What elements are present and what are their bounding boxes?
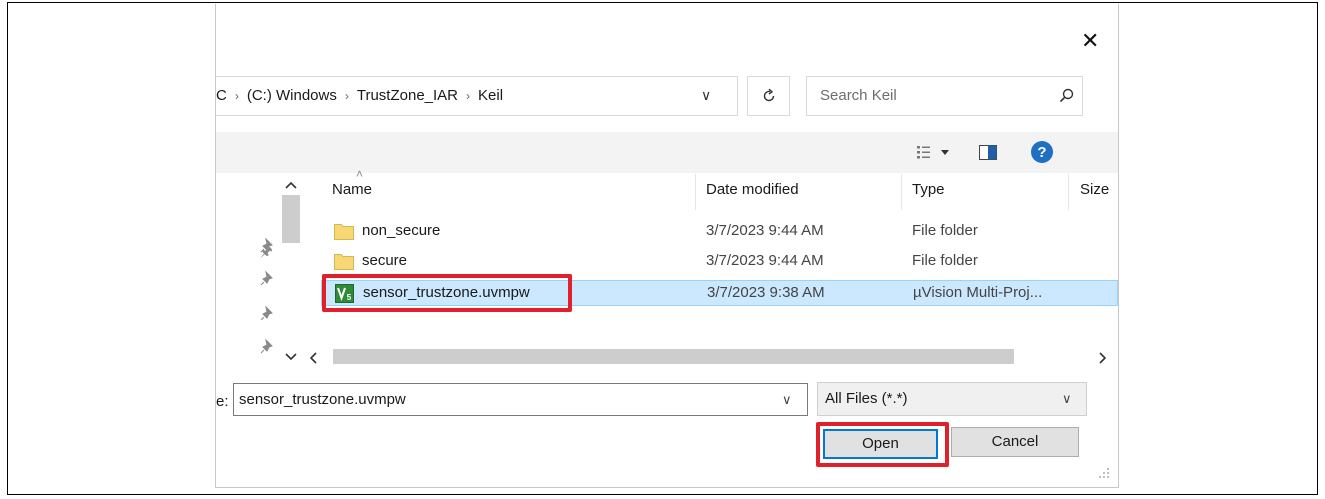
search-box[interactable]: Search Keil <box>806 76 1083 116</box>
column-header-size[interactable]: Size <box>1080 181 1109 198</box>
breadcrumb: C › (C:) Windows › TrustZone_IAR › Keil <box>216 87 503 104</box>
file-row[interactable]: secure 3/7/2023 9:44 AM File folder <box>321 250 1118 274</box>
pin-icon <box>260 270 273 286</box>
file-type-select[interactable]: All Files (*.*) ∨ <box>817 382 1087 416</box>
file-type-value: All Files (*.*) <box>825 390 908 407</box>
open-file-dialog: ✕ C › (C:) Windows › TrustZone_IAR › Keil ∨ Se… <box>215 4 1119 488</box>
highlight-box-file <box>322 274 572 312</box>
refresh-button[interactable] <box>747 76 790 116</box>
cancel-button[interactable]: Cancel <box>951 427 1079 457</box>
pin-icon <box>260 305 273 321</box>
column-header-type[interactable]: Type <box>912 181 945 198</box>
pin-icon <box>260 338 273 354</box>
scroll-down-arrow[interactable] <box>284 351 298 363</box>
scroll-left-arrow[interactable] <box>308 351 320 365</box>
horizontal-scrollbar-thumb[interactable] <box>333 349 1014 364</box>
column-divider[interactable] <box>1068 174 1069 210</box>
pin-icon <box>260 237 273 253</box>
breadcrumb-item-keil[interactable]: Keil <box>478 87 503 104</box>
highlight-box-open <box>816 422 949 467</box>
search-placeholder: Search Keil <box>820 87 897 104</box>
file-date: 3/7/2023 9:38 AM <box>707 284 825 301</box>
breadcrumb-separator: › <box>344 89 349 103</box>
file-name: non_secure <box>362 222 441 239</box>
column-divider[interactable] <box>695 174 696 210</box>
file-date: 3/7/2023 9:44 AM <box>706 222 824 239</box>
file-type: µVision Multi-Proj... <box>913 284 1043 301</box>
column-divider[interactable] <box>901 174 902 210</box>
folder-icon <box>334 224 354 240</box>
chevron-down-icon: ∨ <box>1062 391 1072 406</box>
file-name-input[interactable]: sensor_trustzone.uvmpw ∨ <box>233 383 808 416</box>
file-name: secure <box>362 252 408 269</box>
breadcrumb-item-windows[interactable]: (C:) Windows <box>247 87 337 104</box>
sort-ascending-icon: ˄ <box>356 167 364 181</box>
file-type: File folder <box>912 222 978 239</box>
file-type: File folder <box>912 252 978 269</box>
column-header-date[interactable]: Date modified <box>706 181 799 198</box>
breadcrumb-separator: › <box>234 89 239 103</box>
preview-pane-icon[interactable] <box>979 145 997 160</box>
chevron-down-icon[interactable]: ∨ <box>782 392 792 408</box>
breadcrumb-separator: › <box>466 89 471 103</box>
breadcrumb-item-trustzone[interactable]: TrustZone_IAR <box>357 87 458 104</box>
file-name-label: e: <box>216 393 229 410</box>
command-bar: ? <box>216 132 1118 173</box>
breadcrumb-item-pc[interactable]: C <box>216 87 227 104</box>
file-name-value: sensor_trustzone.uvmpw <box>239 391 406 408</box>
address-bar[interactable]: C › (C:) Windows › TrustZone_IAR › Keil ∨ <box>216 76 738 116</box>
file-row[interactable]: non_secure 3/7/2023 9:44 AM File folder <box>321 220 1118 244</box>
scroll-up-arrow[interactable] <box>284 179 298 191</box>
resize-grip-icon[interactable] <box>1097 466 1111 480</box>
column-header-name[interactable]: Name <box>332 181 372 198</box>
scroll-right-arrow[interactable] <box>1096 351 1108 365</box>
address-history-dropdown[interactable]: ∨ <box>701 87 711 104</box>
search-icon <box>1059 88 1074 103</box>
folder-icon <box>334 254 354 270</box>
help-icon[interactable]: ? <box>1030 140 1054 164</box>
close-button[interactable]: ✕ <box>1081 30 1099 52</box>
file-date: 3/7/2023 9:44 AM <box>706 252 824 269</box>
svg-text:?: ? <box>1037 144 1046 161</box>
refresh-icon <box>763 88 775 102</box>
view-options-icon[interactable] <box>916 144 956 162</box>
vertical-scrollbar-thumb[interactable] <box>282 195 300 243</box>
